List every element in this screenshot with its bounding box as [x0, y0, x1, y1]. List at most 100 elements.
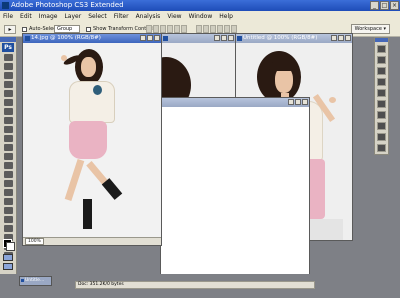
- document-title-bar-middle[interactable]: [161, 34, 235, 43]
- document-minimize-button[interactable]: [140, 35, 146, 41]
- document-minimize-button[interactable]: [214, 35, 220, 41]
- layers-panel-icon[interactable]: [377, 133, 386, 141]
- menu-window[interactable]: Window: [189, 11, 213, 22]
- workspace-button[interactable]: Workspace ▾: [350, 24, 390, 34]
- minimize-button[interactable]: _: [370, 1, 379, 10]
- document-maximize-button[interactable]: [221, 35, 227, 41]
- swatches-panel-icon[interactable]: [377, 89, 386, 97]
- color-panel-icon[interactable]: [377, 78, 386, 86]
- bottom-area: Untitle... Doc: 351.2K/0 bytes: [17, 274, 374, 298]
- document-title-bar-blank[interactable]: [161, 98, 309, 107]
- menu-view[interactable]: View: [167, 11, 181, 22]
- healing-brush-tool-icon[interactable]: [4, 108, 13, 115]
- blur-tool-icon[interactable]: [4, 162, 13, 169]
- pen-tool-icon[interactable]: [4, 180, 13, 187]
- lasso-tool-icon[interactable]: [4, 72, 13, 79]
- document-icon: [163, 36, 168, 41]
- document-close-button[interactable]: [345, 35, 351, 41]
- clone-stamp-tool-icon[interactable]: [4, 126, 13, 133]
- document-title-bar-right[interactable]: Untitled @ 100% (RGB/8#): [235, 34, 352, 43]
- distribute-vcenter-icon[interactable]: [203, 25, 209, 33]
- quick-mask-icon[interactable]: [3, 254, 13, 261]
- brush-tool-icon[interactable]: [4, 117, 13, 124]
- distribute-bottom-icon[interactable]: [210, 25, 216, 33]
- auto-select-dropdown[interactable]: Group: [54, 25, 80, 33]
- title-bar: Adobe Photoshop CS3 Extended _ □ ×: [0, 0, 400, 11]
- document-close-button[interactable]: [154, 35, 160, 41]
- ps-logo: Ps: [2, 43, 14, 52]
- zoom-level-field[interactable]: 100%: [25, 238, 44, 245]
- document-title-bar-front[interactable]: 14.jpg @ 100% (RGB/8#): [23, 34, 161, 43]
- align-vcenter-icon[interactable]: [153, 25, 159, 33]
- history-brush-tool-icon[interactable]: [4, 135, 13, 142]
- document-canvas-front[interactable]: [23, 43, 161, 237]
- magic-wand-tool-icon[interactable]: [4, 81, 13, 88]
- info-panel-icon[interactable]: [377, 67, 386, 75]
- history-panel-icon[interactable]: [377, 111, 386, 119]
- distribute-top-icon[interactable]: [196, 25, 202, 33]
- path-selection-tool-icon[interactable]: [4, 198, 13, 205]
- document-window-blank[interactable]: [160, 97, 310, 287]
- move-tool-preset-icon[interactable]: ▸: [4, 25, 16, 34]
- slice-tool-icon[interactable]: [4, 99, 13, 106]
- distribute-left-icon[interactable]: [217, 25, 223, 33]
- close-button[interactable]: ×: [390, 1, 399, 10]
- menu-bar: File Edit Image Layer Select Filter Anal…: [0, 11, 400, 22]
- histogram-panel-icon[interactable]: [377, 56, 386, 64]
- menu-edit[interactable]: Edit: [20, 11, 32, 22]
- 3d-tool-icon[interactable]: [4, 216, 13, 223]
- shape-tool-icon[interactable]: [4, 207, 13, 214]
- gradient-tool-icon[interactable]: [4, 153, 13, 160]
- menu-filter[interactable]: Filter: [114, 11, 129, 22]
- align-right-icon[interactable]: [181, 25, 187, 33]
- align-bottom-icon[interactable]: [160, 25, 166, 33]
- toolbox-grip[interactable]: [0, 37, 16, 42]
- distribute-hcenter-icon[interactable]: [224, 25, 230, 33]
- document-title-right: Untitled @ 100% (RGB/8#): [243, 35, 318, 41]
- background-color-swatch[interactable]: [6, 242, 15, 251]
- document-window-middle[interactable]: [160, 33, 236, 103]
- window-controls: _ □ ×: [370, 1, 399, 10]
- channels-panel-icon[interactable]: [377, 144, 386, 152]
- document-window-front[interactable]: 14.jpg @ 100% (RGB/8#) 100%: [22, 33, 162, 246]
- align-hcenter-icon[interactable]: [174, 25, 180, 33]
- document-canvas-middle[interactable]: [161, 43, 235, 102]
- document-maximize-button[interactable]: [147, 35, 153, 41]
- show-transform-checkbox[interactable]: [86, 27, 91, 32]
- move-tool-icon[interactable]: [4, 54, 13, 61]
- maximize-button[interactable]: □: [380, 1, 389, 10]
- menu-image[interactable]: Image: [39, 11, 58, 22]
- document-close-button[interactable]: [302, 99, 308, 105]
- notes-tool-icon[interactable]: [4, 225, 13, 232]
- crop-tool-icon[interactable]: [4, 90, 13, 97]
- actions-panel-icon[interactable]: [377, 122, 386, 130]
- document-canvas-blank[interactable]: [161, 107, 309, 286]
- document-close-button[interactable]: [228, 35, 234, 41]
- minimized-document[interactable]: Untitle...: [19, 276, 52, 286]
- distribute-right-icon[interactable]: [231, 25, 237, 33]
- status-bar: Doc: 351.2K/0 bytes: [75, 281, 315, 289]
- panel-dock-grip[interactable]: [375, 38, 388, 42]
- eraser-tool-icon[interactable]: [4, 144, 13, 151]
- document-maximize-button[interactable]: [295, 99, 301, 105]
- menu-layer[interactable]: Layer: [64, 11, 81, 22]
- align-top-icon[interactable]: [146, 25, 152, 33]
- document-minimize-button[interactable]: [288, 99, 294, 105]
- menu-help[interactable]: Help: [219, 11, 233, 22]
- document-minimize-button[interactable]: [331, 35, 337, 41]
- menu-file[interactable]: File: [3, 11, 13, 22]
- align-left-icon[interactable]: [167, 25, 173, 33]
- marquee-tool-icon[interactable]: [4, 63, 13, 70]
- type-tool-icon[interactable]: [4, 189, 13, 196]
- menu-analysis[interactable]: Analysis: [136, 11, 161, 22]
- menu-select[interactable]: Select: [88, 11, 107, 22]
- photo-fringe: [269, 61, 295, 71]
- screen-mode-icon[interactable]: [3, 263, 13, 270]
- photo-shadow: [305, 219, 343, 240]
- styles-panel-icon[interactable]: [377, 100, 386, 108]
- dodge-tool-icon[interactable]: [4, 171, 13, 178]
- document-maximize-button[interactable]: [338, 35, 344, 41]
- auto-select-checkbox[interactable]: [22, 27, 27, 32]
- navigator-panel-icon[interactable]: [377, 45, 386, 53]
- document-icon: [237, 36, 242, 41]
